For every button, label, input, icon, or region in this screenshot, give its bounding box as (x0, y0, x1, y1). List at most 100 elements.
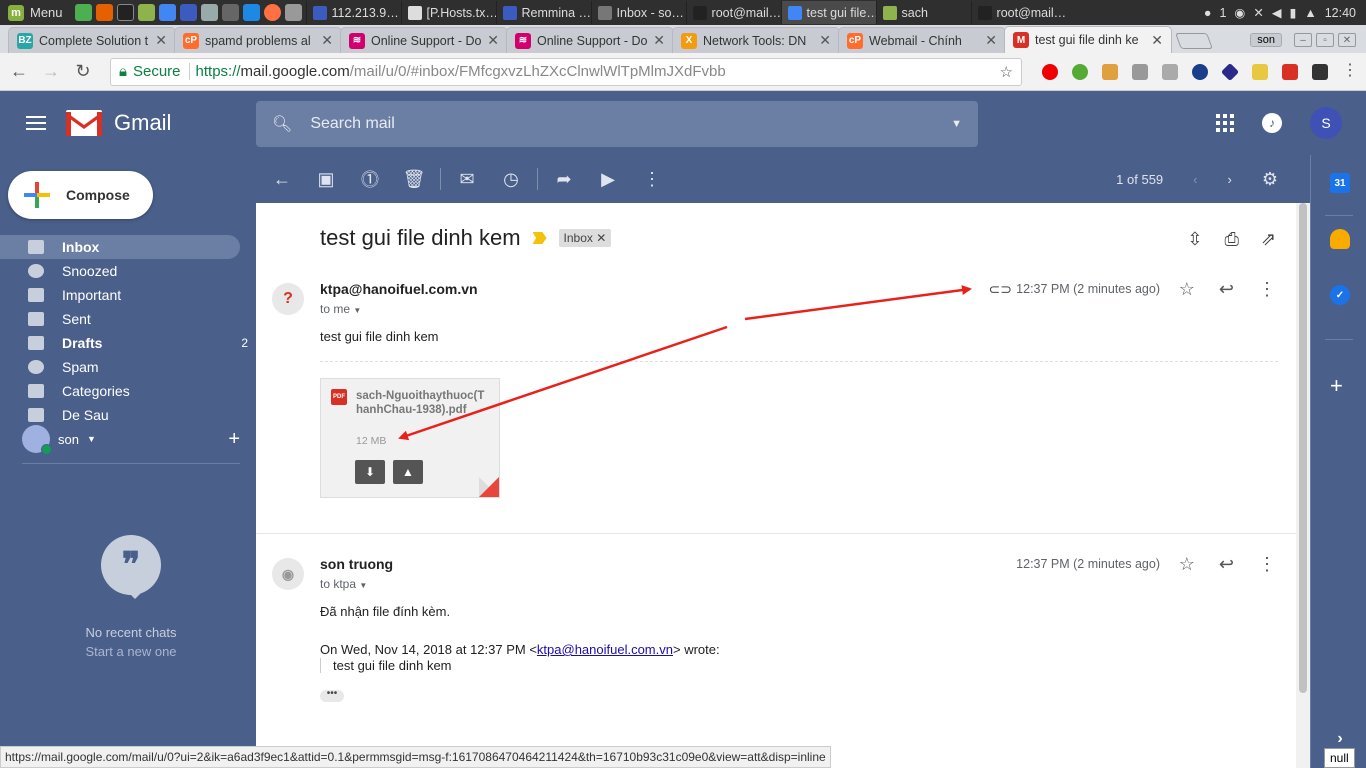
star-icon[interactable]: ☆ (1179, 554, 1195, 575)
browser-tab[interactable]: BZ Complete Solution t ✕ (8, 27, 176, 53)
reply-icon[interactable]: ↩ (1219, 279, 1234, 300)
report-spam-icon[interactable]: ⓵ (348, 166, 392, 192)
expand-all-icon[interactable]: ⇳ (1187, 229, 1202, 250)
taskbar-window[interactable]: root@mail… (685, 1, 781, 24)
face-extension-icon[interactable] (1102, 63, 1118, 80)
taskbar-window[interactable]: root@mail… (970, 1, 1066, 24)
nav-item-spam[interactable]: Spam (0, 355, 256, 379)
terminal-icon[interactable] (116, 4, 134, 21)
keep-icon[interactable] (1330, 229, 1350, 249)
labels-icon[interactable]: ▶ (586, 169, 630, 190)
c-extension-icon[interactable] (1162, 63, 1178, 80)
search-bar[interactable]: 🔍︎ Search mail ▼ (256, 101, 978, 147)
volume-icon[interactable]: ◀ (1272, 5, 1282, 20)
search-options-icon[interactable]: ▼ (951, 118, 962, 130)
start-chat-link[interactable]: Start a new one (0, 644, 262, 659)
check-extension-icon[interactable] (1072, 63, 1088, 80)
gmail-logo[interactable]: Gmail (66, 110, 171, 136)
taskbar-window[interactable]: sach (875, 1, 971, 24)
get-addons-plus-icon[interactable]: + (1330, 373, 1343, 399)
nav-item-important[interactable]: Important (0, 283, 256, 307)
taskbar-window[interactable]: Remmina … (495, 1, 591, 24)
nav-item-inbox[interactable]: Inbox (0, 235, 240, 259)
calendar-icon[interactable]: 31 (1330, 173, 1350, 193)
chevron-down-icon[interactable]: ▼ (353, 306, 361, 315)
gmail-extension-icon[interactable] (1282, 63, 1298, 80)
opera-extension-icon[interactable] (1042, 63, 1058, 80)
calendar-extension-icon[interactable] (1252, 63, 1268, 80)
save-to-drive-icon[interactable]: ▲ (393, 460, 423, 484)
show-trimmed-content-button[interactable]: ••• (320, 689, 344, 702)
archive-icon[interactable]: ▣ (304, 169, 348, 190)
apps-grid-icon[interactable] (1216, 114, 1234, 132)
show-desktop-icon[interactable] (74, 4, 92, 21)
search-input[interactable]: Search mail (310, 115, 394, 133)
user-icon[interactable]: ◉ (1234, 5, 1245, 20)
forward-icon[interactable]: → (40, 61, 62, 82)
firefox-icon[interactable] (95, 4, 113, 21)
more-options-icon[interactable]: ⋮ (630, 169, 674, 190)
clock[interactable]: 12:40 (1325, 6, 1356, 20)
snooze-icon[interactable]: ◷ (489, 169, 533, 190)
open-new-window-icon[interactable]: ⇗ (1261, 229, 1276, 250)
network-icon[interactable]: ▲ (1304, 6, 1316, 20)
print-icon[interactable]: ⎙ (1225, 229, 1239, 250)
main-menu-icon[interactable] (26, 116, 46, 130)
star-icon[interactable]: ☆ (1179, 279, 1195, 300)
expand-panel-chevron-icon[interactable]: › (1330, 729, 1350, 749)
browser-tab[interactable]: X Network Tools: DN ✕ (672, 27, 840, 53)
new-tab-button[interactable] (1175, 33, 1213, 49)
close-tab-icon[interactable]: ✕ (1151, 32, 1163, 49)
recipient-line[interactable]: to ktpa ▼ (320, 577, 367, 591)
tools-icon[interactable]: ✕ (1253, 5, 1263, 20)
alert-icon[interactable]: ● (1204, 6, 1212, 20)
newer-icon[interactable]: ‹ (1193, 172, 1197, 187)
settings-icon[interactable] (200, 4, 218, 21)
reload-icon[interactable]: ↻ (72, 61, 94, 82)
compose-button[interactable]: Compose (8, 171, 153, 219)
chrome-icon[interactable] (158, 4, 176, 21)
thread-scrollbar[interactable] (1296, 203, 1310, 768)
close-tab-icon[interactable]: ✕ (819, 32, 831, 49)
shield-extension-icon[interactable] (1132, 63, 1148, 80)
close-tab-icon[interactable]: ✕ (155, 32, 167, 49)
chrome-menu-icon[interactable]: ⋮ (1342, 62, 1358, 80)
nav-item-snoozed[interactable]: Snoozed (0, 259, 256, 283)
new-chat-plus-icon[interactable]: + (228, 428, 240, 451)
more-icon[interactable]: ⋮ (1258, 554, 1276, 575)
nav-item-drafts[interactable]: Drafts 2 (0, 331, 256, 355)
nav-item-de-sau[interactable]: De Sau (0, 403, 256, 427)
browser-tab[interactable]: ≋ Online Support - Do ✕ (506, 27, 674, 53)
back-icon[interactable]: ← (8, 61, 30, 82)
folder-icon[interactable] (137, 4, 155, 21)
browser-tab[interactable]: Mtest gui file dinh ke ✕ (1004, 26, 1172, 53)
older-icon[interactable]: › (1228, 172, 1232, 187)
remove-label-icon[interactable]: ✕ (596, 231, 606, 245)
lock-icon[interactable] (284, 4, 302, 21)
close-tab-icon[interactable]: ✕ (321, 32, 333, 49)
nav-item-sent[interactable]: Sent (0, 307, 256, 331)
close-tab-icon[interactable]: ✕ (653, 32, 665, 49)
off-extension-icon[interactable] (1312, 63, 1328, 80)
camera-icon[interactable] (221, 4, 239, 21)
browser-tab[interactable]: cP Webmail - Chính ✕ (838, 27, 1006, 53)
hangouts-user[interactable]: son ▼ + (22, 425, 240, 464)
notifications-icon[interactable]: ♪ (1262, 113, 1282, 133)
important-marker-icon[interactable] (532, 232, 547, 244)
close-window-button[interactable]: ✕ (1338, 33, 1356, 47)
taskbar-window[interactable]: 112.213.9… (305, 1, 401, 24)
taskbar-window[interactable]: [P.Hosts.tx… (400, 1, 496, 24)
settings-gear-icon[interactable]: ⚙︎ (1262, 169, 1278, 190)
recipient-line[interactable]: to me ▼ (320, 302, 361, 316)
taskbar-window[interactable]: test gui file… (780, 1, 876, 24)
browser-tab[interactable]: ≋ Online Support - Do ✕ (340, 27, 508, 53)
move-to-icon[interactable]: ➦ (542, 169, 586, 190)
more-icon[interactable]: ⋮ (1258, 279, 1276, 300)
back-to-inbox-icon[interactable]: ← (260, 169, 304, 190)
battery-icon[interactable]: ▮ (1289, 5, 1296, 20)
browser-tab[interactable]: cP spamd problems al ✕ (174, 27, 342, 53)
download-icon[interactable]: ⬇ (355, 460, 385, 484)
tasks-icon[interactable]: ✓ (1330, 285, 1350, 305)
maximize-button[interactable]: ▫ (1316, 33, 1334, 47)
flame-icon[interactable] (263, 4, 281, 21)
